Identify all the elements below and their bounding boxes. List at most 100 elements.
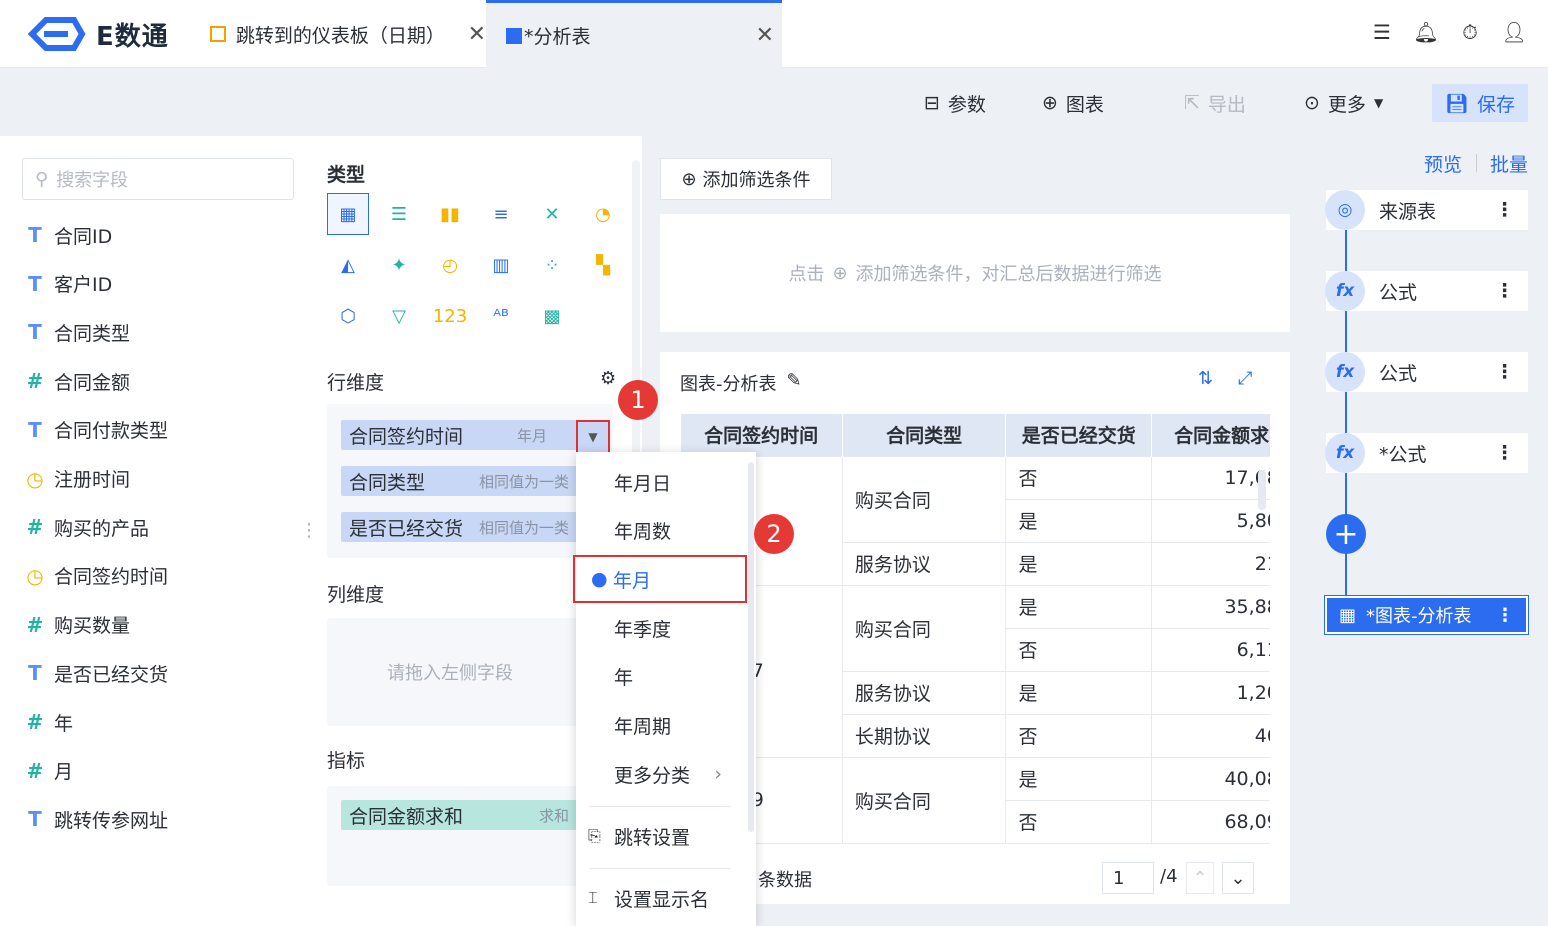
- pill-delivered[interactable]: 是否已经交货 相同值为一类: [341, 512, 577, 542]
- col-header[interactable]: 是否已经交货: [1005, 414, 1153, 456]
- field-item[interactable]: T 跳转传参网址: [22, 804, 168, 834]
- field-item[interactable]: T 合同类型: [22, 317, 130, 347]
- treemap-icon[interactable]: ▚: [582, 244, 624, 286]
- expand-icon[interactable]: ⤢: [1238, 368, 1252, 389]
- display-name-item[interactable]: ⌶ 设置显示名: [576, 874, 746, 922]
- field-type-icon: T: [28, 320, 42, 345]
- date-granularity-dropdown: 年月日 年周数 ● 年月 年季度年年周期 更多分类 › ⎘ 跳转设置 ⌶ 设置显示名: [573, 452, 756, 926]
- preview-link[interactable]: 预览: [1424, 150, 1462, 177]
- kpi-icon[interactable]: 123: [429, 295, 471, 337]
- gauge-chart-icon[interactable]: ◴: [429, 244, 471, 286]
- radar-chart-icon[interactable]: ⬡: [327, 295, 369, 337]
- edit-icon[interactable]: ✎: [787, 370, 802, 396]
- export-button[interactable]: ⇱ 导出: [1184, 84, 1246, 122]
- more-dots-icon[interactable]: ⋮: [1495, 361, 1514, 383]
- combo-chart-icon[interactable]: ✕: [531, 193, 573, 235]
- field-type-icon: ◷: [26, 563, 44, 588]
- field-type-icon: T: [28, 417, 42, 442]
- bar-chart-icon[interactable]: ▮▮: [429, 193, 471, 235]
- selected-dot-icon: ●: [591, 568, 608, 591]
- detail-table-icon[interactable]: ☰: [378, 193, 420, 235]
- stacked-bar-icon[interactable]: ▥: [480, 244, 522, 286]
- wordcloud-icon[interactable]: ᴬᴮ: [480, 295, 522, 337]
- chart-button[interactable]: ⊕ 图表: [1042, 84, 1104, 122]
- list-icon[interactable]: ☰: [1370, 20, 1394, 44]
- more-button[interactable]: ⊙ 更多 ▼: [1304, 84, 1383, 122]
- flow-node[interactable]: fx 公式 ⋮: [1325, 271, 1528, 311]
- scatter-chart-icon[interactable]: ⁘: [531, 244, 573, 286]
- more-dots-icon[interactable]: ⋮: [1495, 280, 1514, 302]
- bell-icon[interactable]: 🔔︎: [1413, 20, 1438, 44]
- params-button[interactable]: ⊟ 参数: [924, 84, 986, 122]
- step-badge-2: 2: [754, 514, 794, 554]
- pill-amount-sum[interactable]: 合同金额求和 求和: [341, 800, 577, 830]
- hbar-chart-icon[interactable]: ≡: [480, 193, 522, 235]
- area-chart-icon[interactable]: ◭: [327, 244, 369, 286]
- add-node-button[interactable]: +: [1326, 514, 1366, 554]
- col-header[interactable]: 合同金额求: [1151, 414, 1270, 456]
- batch-link[interactable]: 批量: [1490, 150, 1528, 177]
- row-count: 条数据: [758, 870, 812, 891]
- flow-node[interactable]: ◎ 来源表 ⋮: [1325, 190, 1528, 230]
- field-item[interactable]: T 合同付款类型: [22, 415, 168, 445]
- dropdown-option[interactable]: 年月日: [576, 458, 746, 506]
- col-dim-zone[interactable]: 请拖入左侧字段: [327, 618, 613, 726]
- field-item[interactable]: T 合同ID: [22, 220, 112, 250]
- pill-sign-time[interactable]: 合同签约时间 年月: [341, 420, 577, 450]
- save-button[interactable]: 💾︎ 保存: [1432, 84, 1528, 122]
- add-filter-button[interactable]: ⊕ 添加筛选条件: [660, 158, 832, 200]
- tab-analysis[interactable]: *分析表 ✕: [486, 0, 782, 68]
- pie-chart-icon[interactable]: ◔: [582, 193, 624, 235]
- metric-zone[interactable]: 合同金额求和 求和: [327, 786, 613, 886]
- close-icon[interactable]: ✕: [756, 23, 774, 48]
- flow-node[interactable]: fx *公式 ⋮: [1325, 433, 1528, 473]
- add-circle-icon: ⊕: [1042, 92, 1058, 114]
- settings-icon[interactable]: ⚙: [600, 368, 616, 389]
- dropdown-option[interactable]: ● 年月: [573, 555, 747, 604]
- sort-icon[interactable]: ⇅: [1198, 368, 1213, 389]
- dropdown-trigger[interactable]: ▼: [576, 420, 610, 454]
- page-up-button[interactable]: ⌃: [1186, 862, 1214, 894]
- more-dots-icon[interactable]: ⋮: [1495, 199, 1514, 221]
- field-item[interactable]: T 客户ID: [22, 269, 112, 299]
- funnel-chart-icon[interactable]: ▽: [378, 295, 420, 337]
- field-item[interactable]: # 合同金额: [22, 366, 130, 396]
- more-dots-icon[interactable]: ⋮: [1496, 605, 1514, 626]
- dropdown-option[interactable]: 年周数: [576, 507, 746, 555]
- field-item[interactable]: # 月: [22, 756, 73, 786]
- dropdown-option[interactable]: 年季度: [576, 604, 746, 652]
- close-icon[interactable]: ✕: [468, 22, 486, 47]
- field-item[interactable]: # 购买的产品: [22, 512, 149, 542]
- search-icon: ⚲: [35, 168, 49, 190]
- field-item[interactable]: # 年: [22, 707, 73, 737]
- dropdown-option[interactable]: 年: [576, 653, 746, 701]
- field-item[interactable]: ◷ 合同签约时间: [22, 561, 168, 591]
- timer-icon[interactable]: ⏱︎: [1458, 20, 1482, 44]
- search-input[interactable]: ⚲ 搜索字段: [22, 158, 294, 200]
- scrollbar[interactable]: [1258, 470, 1266, 510]
- tab-dashboard[interactable]: 跳转到的仪表板（日期） ✕: [200, 0, 486, 68]
- map-chart-icon[interactable]: ✦: [378, 244, 420, 286]
- flow-node[interactable]: fx 公式 ⋮: [1325, 352, 1528, 392]
- table-icon: ▦: [1339, 604, 1357, 626]
- dropdown-option[interactable]: 更多分类 ›: [576, 750, 746, 798]
- dropdown-option[interactable]: 年周期: [576, 702, 746, 750]
- user-icon[interactable]: 👤︎: [1501, 20, 1526, 44]
- table-chart-icon[interactable]: ▦: [327, 193, 369, 235]
- scrollbar[interactable]: [748, 462, 754, 832]
- tab-label: 跳转到的仪表板（日期）: [235, 24, 445, 47]
- jump-settings-item[interactable]: ⎘ 跳转设置: [576, 812, 746, 860]
- col-header[interactable]: 合同签约时间: [680, 414, 843, 456]
- more-icon: ⊙: [1304, 92, 1320, 114]
- page-input[interactable]: 1: [1102, 862, 1154, 894]
- final-node-table[interactable]: ▦ *图表-分析表 ⋮: [1324, 595, 1529, 635]
- row-dim-zone[interactable]: 合同签约时间 年月 合同类型 相同值为一类 是否已经交货 相同值为一类: [327, 404, 613, 558]
- field-item[interactable]: ◷ 注册时间: [22, 464, 130, 494]
- field-item[interactable]: # 购买数量: [22, 610, 130, 640]
- pill-contract-type[interactable]: 合同类型 相同值为一类: [341, 466, 577, 496]
- field-item[interactable]: T 是否已经交货: [22, 658, 168, 688]
- page-down-button[interactable]: ⌄: [1222, 862, 1254, 894]
- more-dots-icon[interactable]: ⋮: [1495, 442, 1514, 464]
- heatmap-icon[interactable]: ▩: [531, 295, 573, 337]
- col-header[interactable]: 合同类型: [842, 414, 1007, 456]
